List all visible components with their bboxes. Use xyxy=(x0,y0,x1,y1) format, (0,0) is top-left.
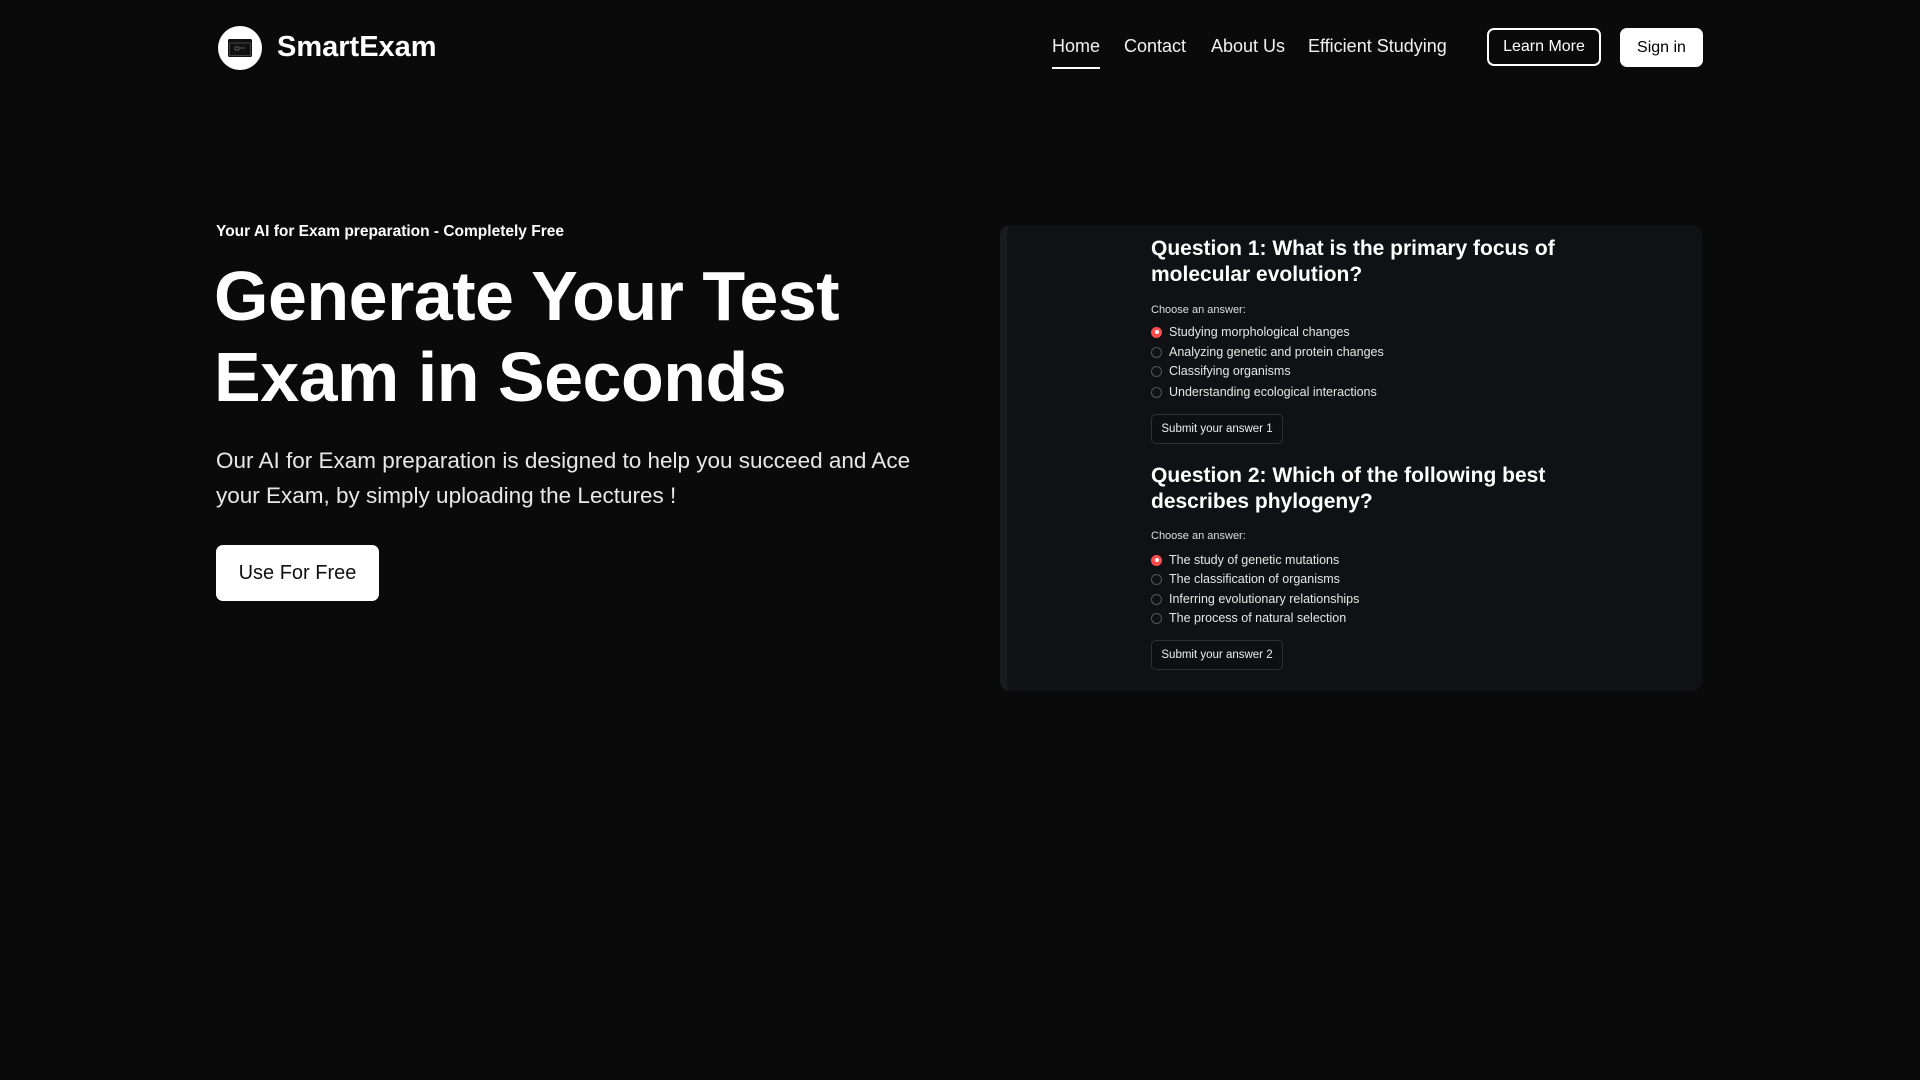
quiz-preview-card xyxy=(1000,225,1702,691)
radio-icon[interactable] xyxy=(1151,593,1162,605)
radio-icon[interactable] xyxy=(1151,365,1162,377)
option-label: The study of genetic mutations xyxy=(1169,553,1340,567)
q1-option[interactable]: Classifying organisms xyxy=(1151,362,1291,380)
question-2-title: Question 2: Which of the following best … xyxy=(1151,464,1546,513)
nav-about-us[interactable]: About Us xyxy=(1211,34,1285,58)
headline-line-2: Exam in Seconds xyxy=(214,338,787,416)
nav-contact[interactable]: Contact xyxy=(1124,34,1186,58)
radio-selected-icon[interactable] xyxy=(1151,326,1162,338)
question-1-prompt: Choose an answer: xyxy=(1151,304,1246,316)
radio-icon[interactable] xyxy=(1151,346,1162,358)
submit-answer-1-button[interactable]: Submit your answer 1 xyxy=(1151,414,1283,444)
headline-line-1: Generate Your Test xyxy=(214,257,840,335)
browser-window-icon xyxy=(228,39,252,57)
q1-option[interactable]: Analyzing genetic and protein changes xyxy=(1151,343,1384,361)
q2-option[interactable]: The process of natural selection xyxy=(1151,609,1346,627)
q2-option[interactable]: The classification of organisms xyxy=(1151,570,1340,588)
question-2-prompt: Choose an answer: xyxy=(1151,530,1246,542)
nav-efficient-studying[interactable]: Efficient Studying xyxy=(1308,34,1447,58)
q1-option[interactable]: Understanding ecological interactions xyxy=(1151,383,1377,401)
radio-icon[interactable] xyxy=(1151,612,1162,624)
use-for-free-button[interactable]: Use For Free xyxy=(216,545,379,601)
submit-answer-2-button[interactable]: Submit your answer 2 xyxy=(1151,640,1283,670)
logo[interactable] xyxy=(218,26,262,70)
option-label: Understanding ecological interactions xyxy=(1169,385,1377,399)
option-label: The process of natural selection xyxy=(1169,611,1347,625)
option-label: Studying morphological changes xyxy=(1169,325,1350,339)
brand-name[interactable]: SmartExam xyxy=(277,28,437,66)
option-label: Analyzing genetic and protein changes xyxy=(1169,345,1384,359)
radio-selected-icon[interactable] xyxy=(1151,554,1162,566)
option-label: Classifying organisms xyxy=(1169,364,1291,378)
question-1-title: Question 1: What is the primary focus of… xyxy=(1151,237,1555,286)
hero-headline: Generate Your Test Exam in Seconds xyxy=(214,256,934,418)
learn-more-button[interactable]: Learn More xyxy=(1487,28,1601,66)
option-label: The classification of organisms xyxy=(1169,572,1340,586)
q2-option[interactable]: Inferring evolutionary relationships xyxy=(1151,590,1359,608)
sign-in-button[interactable]: Sign in xyxy=(1620,28,1703,67)
radio-icon[interactable] xyxy=(1151,386,1162,398)
nav-home[interactable]: Home xyxy=(1052,34,1101,69)
radio-icon[interactable] xyxy=(1151,573,1162,585)
hero-description: Our AI for Exam preparation is designed … xyxy=(216,448,911,508)
q1-option[interactable]: Studying morphological changes xyxy=(1151,323,1350,341)
q2-option[interactable]: The study of genetic mutations xyxy=(1151,551,1339,569)
hero-tagline: Your AI for Exam preparation - Completel… xyxy=(216,223,564,240)
option-label: Inferring evolutionary relationships xyxy=(1169,592,1360,606)
